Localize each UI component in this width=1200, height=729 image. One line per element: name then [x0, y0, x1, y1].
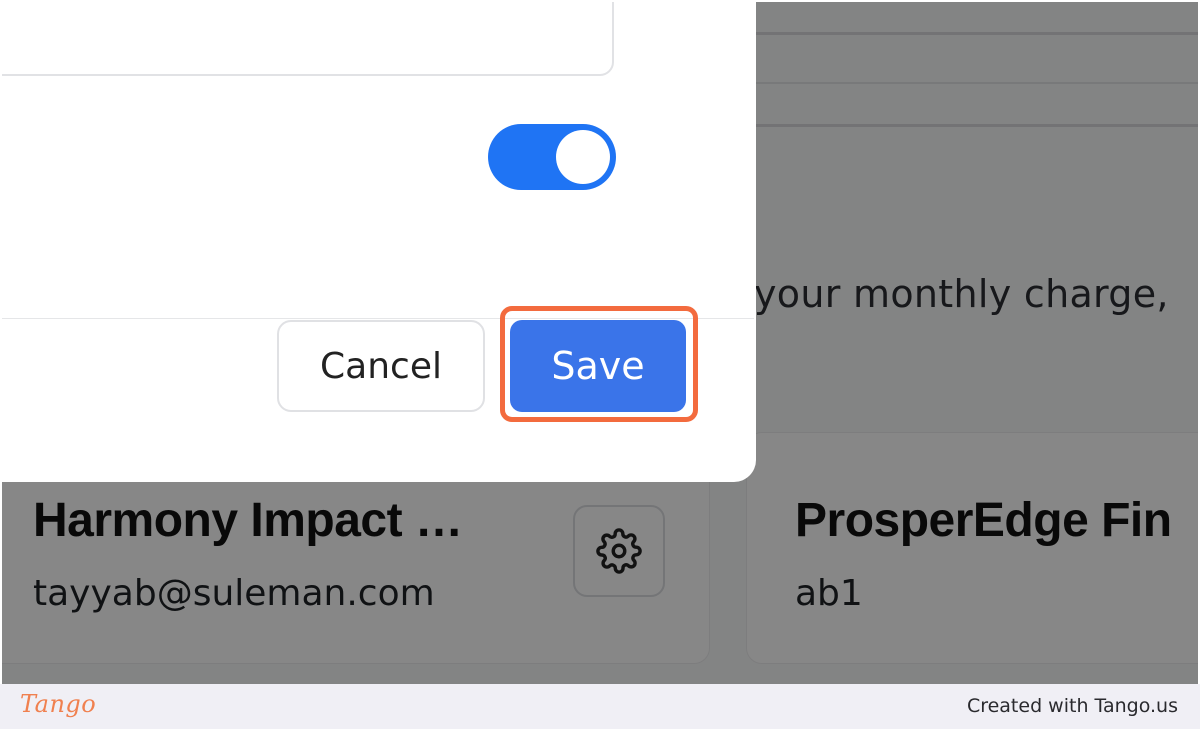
toggle-switch[interactable]	[488, 124, 616, 190]
tango-footer: Tango Created with Tango.us	[0, 684, 1200, 729]
cancel-button[interactable]: Cancel	[277, 320, 485, 412]
screen-viewport: your monthly charge, Harmony Impact … ta…	[2, 2, 1198, 684]
edit-dialog: Cancel Save	[2, 2, 756, 482]
save-button[interactable]: Save	[510, 320, 686, 412]
footer-credit: Created with Tango.us	[966, 695, 1178, 717]
text-field[interactable]	[2, 2, 614, 76]
toggle-knob	[556, 130, 610, 184]
tango-logo: Tango	[20, 690, 97, 718]
